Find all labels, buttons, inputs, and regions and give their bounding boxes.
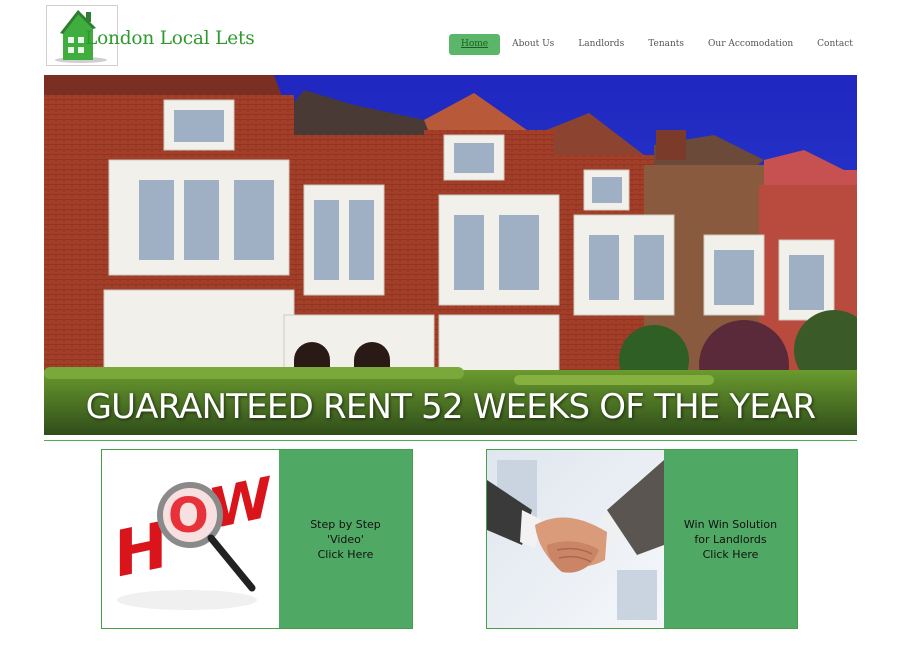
nav-landlords[interactable]: Landlords [566, 34, 636, 55]
nav-contact[interactable]: Contact [805, 34, 865, 55]
promo-text-landlords[interactable]: Win Win Solution for Landlords Click Her… [684, 517, 777, 562]
promo-panel-landlords[interactable]: Win Win Solution for Landlords Click Her… [664, 450, 797, 628]
hero-banner: GUARANTEED RENT 52 WEEKS OF THE YEAR [44, 75, 857, 435]
handshake-image [487, 450, 664, 628]
main-nav: Home About Us Landlords Tenants Our Acco… [449, 34, 865, 55]
nav-tenants[interactable]: Tenants [636, 34, 696, 55]
hero-caption: GUARANTEED RENT 52 WEEKS OF THE YEAR [85, 387, 817, 427]
how-magnifier-image: H W O [102, 450, 279, 628]
nav-about-us[interactable]: About Us [500, 34, 566, 55]
promo-card-video[interactable]: H W O Step by Step 'Video' Click Here [101, 449, 413, 629]
svg-text:O: O [168, 488, 209, 544]
brand-name[interactable]: London Local Lets [85, 28, 255, 49]
nav-our-accomodation[interactable]: Our Accomodation [696, 34, 805, 55]
promo-text-video[interactable]: Step by Step 'Video' Click Here [310, 517, 381, 562]
promo-panel-video[interactable]: Step by Step 'Video' Click Here [279, 450, 412, 628]
terraced-houses-photo [44, 75, 857, 435]
divider [44, 440, 857, 441]
nav-home[interactable]: Home [449, 34, 501, 55]
promo-card-landlords[interactable]: Win Win Solution for Landlords Click Her… [486, 449, 798, 629]
